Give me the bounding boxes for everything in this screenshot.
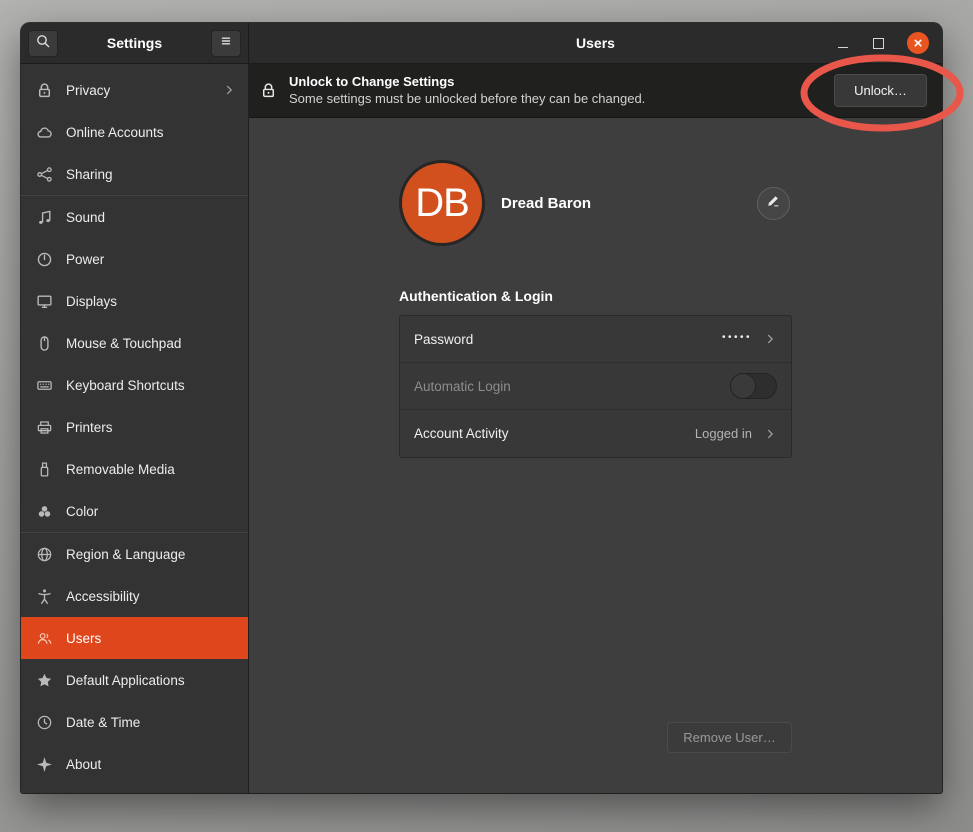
- app-title: Settings: [107, 35, 162, 51]
- sidebar-item-accessibility[interactable]: Accessibility: [21, 575, 248, 617]
- sidebar-item-label: Keyboard Shortcuts: [66, 378, 185, 393]
- sidebar-item-power[interactable]: Power: [21, 238, 248, 280]
- color-circles-icon: [36, 503, 53, 520]
- sidebar-item-color[interactable]: Color: [21, 490, 248, 532]
- account-activity-row[interactable]: Account Activity Logged in: [400, 410, 791, 457]
- account-activity-label: Account Activity: [414, 426, 509, 441]
- sidebar-item-users[interactable]: Users: [21, 617, 248, 659]
- sidebar-item-label: Date & Time: [66, 715, 140, 730]
- accessibility-person-icon: [36, 588, 53, 605]
- search-icon: [35, 33, 51, 54]
- sidebar-item-keyboard-shortcuts[interactable]: Keyboard Shortcuts: [21, 364, 248, 406]
- sidebar-item-printers[interactable]: Printers: [21, 406, 248, 448]
- search-button[interactable]: [28, 30, 58, 57]
- sidebar-item-label: Privacy: [66, 83, 110, 98]
- sidebar-item-region-language[interactable]: Region & Language: [21, 533, 248, 575]
- power-gauge-icon: [36, 251, 53, 268]
- sidebar-item-sharing[interactable]: Sharing: [21, 153, 248, 195]
- sidebar-item-removable-media[interactable]: Removable Media: [21, 448, 248, 490]
- unlock-banner: Unlock to Change Settings Some settings …: [249, 64, 942, 118]
- sparkle-icon: [36, 756, 53, 773]
- sidebar-item-label: Mouse & Touchpad: [66, 336, 181, 351]
- toggle-knob: [730, 373, 756, 399]
- sidebar-item-online-accounts[interactable]: Online Accounts: [21, 111, 248, 153]
- sidebar-item-label: Accessibility: [66, 589, 140, 604]
- sidebar-item-label: Default Applications: [66, 673, 185, 688]
- globe-icon: [36, 546, 53, 563]
- account-activity-value: Logged in: [695, 426, 752, 441]
- auth-section-title: Authentication & Login: [399, 288, 792, 304]
- unlock-banner-text: Unlock to Change Settings Some settings …: [289, 74, 645, 108]
- sidebar-item-label: Region & Language: [66, 547, 185, 562]
- printer-icon: [36, 419, 53, 436]
- password-dots: •••••: [722, 332, 752, 347]
- mouse-icon: [36, 335, 53, 352]
- lock-icon: [36, 82, 53, 99]
- chevron-right-icon: [222, 83, 236, 97]
- password-label: Password: [414, 332, 473, 347]
- sidebar-item-label: Users: [66, 631, 101, 646]
- sidebar: Privacy Online Accounts Sharing Sound: [21, 64, 249, 793]
- sidebar-item-default-applications[interactable]: Default Applications: [21, 659, 248, 701]
- sidebar-item-label: Sharing: [66, 167, 113, 182]
- maximize-button[interactable]: [872, 37, 884, 49]
- edit-name-button[interactable]: [757, 187, 790, 220]
- clock-icon: [36, 714, 53, 731]
- unlock-banner-title: Unlock to Change Settings: [289, 74, 645, 91]
- sidebar-item-label: Color: [66, 504, 98, 519]
- minimize-button[interactable]: [837, 37, 849, 49]
- unlock-button[interactable]: Unlock…: [834, 74, 927, 107]
- cloud-icon: [36, 124, 53, 141]
- keyboard-icon: [36, 377, 53, 394]
- titlebar: Settings Users ×: [21, 23, 942, 64]
- main-headerbar[interactable]: Users ×: [249, 23, 942, 63]
- close-button[interactable]: ×: [907, 32, 929, 54]
- sidebar-item-label: Displays: [66, 294, 117, 309]
- flash-drive-icon: [36, 461, 53, 478]
- automatic-login-row: Automatic Login: [400, 363, 791, 410]
- sidebar-item-label: Sound: [66, 210, 105, 225]
- auth-rows-box: Password ••••• Automatic Login: [399, 315, 792, 458]
- sidebar-item-mouse-touchpad[interactable]: Mouse & Touchpad: [21, 322, 248, 364]
- share-icon: [36, 166, 53, 183]
- unlock-banner-subtitle: Some settings must be unlocked before th…: [289, 91, 645, 108]
- music-note-icon: [36, 209, 53, 226]
- sidebar-item-label: Printers: [66, 420, 113, 435]
- lock-icon: [260, 82, 277, 99]
- sidebar-item-label: Removable Media: [66, 462, 175, 477]
- primary-menu-button[interactable]: [211, 30, 241, 57]
- automatic-login-label: Automatic Login: [414, 379, 511, 394]
- pencil-icon: [766, 193, 781, 213]
- avatar[interactable]: DB: [399, 160, 485, 246]
- remove-user-button[interactable]: Remove User…: [667, 722, 792, 753]
- users-content: DB Dread Baron Authentication & Login Pa…: [249, 118, 942, 793]
- user-name: Dread Baron: [501, 195, 591, 212]
- sidebar-item-label: About: [66, 757, 101, 772]
- password-row[interactable]: Password •••••: [400, 316, 791, 363]
- users-icon: [36, 630, 53, 647]
- user-card: DB Dread Baron: [399, 160, 792, 246]
- sidebar-item-sound[interactable]: Sound: [21, 196, 248, 238]
- hamburger-menu-icon: [218, 33, 234, 54]
- main-panel: Unlock to Change Settings Some settings …: [249, 64, 942, 793]
- window-controls: ×: [837, 32, 929, 54]
- sidebar-headerbar: Settings: [21, 23, 249, 63]
- monitor-icon: [36, 293, 53, 310]
- star-icon: [36, 672, 53, 689]
- sidebar-item-date-time[interactable]: Date & Time: [21, 701, 248, 743]
- sidebar-item-about[interactable]: About: [21, 743, 248, 785]
- chevron-right-icon: [763, 332, 777, 346]
- sidebar-item-privacy[interactable]: Privacy: [21, 69, 248, 111]
- sidebar-item-displays[interactable]: Displays: [21, 280, 248, 322]
- chevron-right-icon: [763, 427, 777, 441]
- settings-window: Settings Users × Privacy Onlin: [21, 23, 942, 793]
- sidebar-item-label: Power: [66, 252, 104, 267]
- automatic-login-toggle[interactable]: [730, 373, 777, 399]
- sidebar-item-label: Online Accounts: [66, 125, 164, 140]
